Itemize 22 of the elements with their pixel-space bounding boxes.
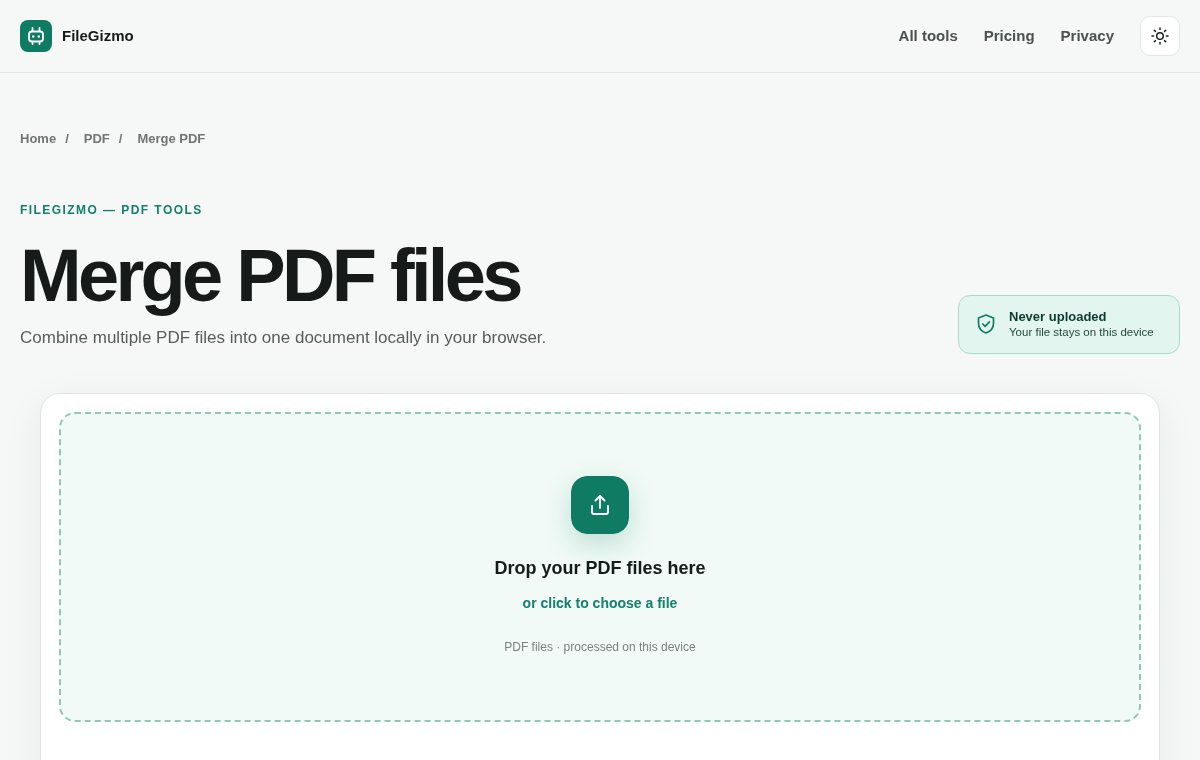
- breadcrumb-separator: /: [65, 130, 69, 148]
- nav-link[interactable]: Privacy: [1060, 24, 1114, 48]
- breadcrumb-link[interactable]: Merge PDF: [137, 129, 206, 149]
- nav-link[interactable]: Pricing: [983, 24, 1035, 48]
- breadcrumb-separator: /: [118, 130, 123, 148]
- robot-logo-icon: [20, 20, 52, 52]
- sun-icon: [1151, 27, 1169, 45]
- drop-zone[interactable]: Drop your PDF files here or click to choose a file PDF files · processed on this device: [59, 411, 1141, 722]
- page-subtitle: Combine multiple PDF files into one document locally in your browser.: [20, 326, 547, 349]
- nav-link[interactable]: All tools: [898, 24, 958, 48]
- shield-check-icon: [977, 314, 995, 334]
- drop-zone-note: PDF files · processed on this device: [504, 638, 696, 655]
- eyebrow-label: FILEGIZMO — PDF TOOLS: [20, 202, 204, 217]
- theme-toggle-button[interactable]: [1140, 16, 1180, 56]
- breadcrumb-link[interactable]: Home: [20, 129, 57, 149]
- badge-title: Never uploaded: [1009, 308, 1108, 325]
- badge-text: Your file stays on this device: [1009, 324, 1154, 340]
- choose-file-link[interactable]: or click to choose a file: [522, 593, 678, 612]
- upload-icon: [571, 475, 629, 534]
- brand-name: FileGizmo: [62, 25, 134, 46]
- drop-zone-title: Drop your PDF files here: [494, 556, 706, 579]
- breadcrumb-link[interactable]: PDF: [83, 129, 110, 149]
